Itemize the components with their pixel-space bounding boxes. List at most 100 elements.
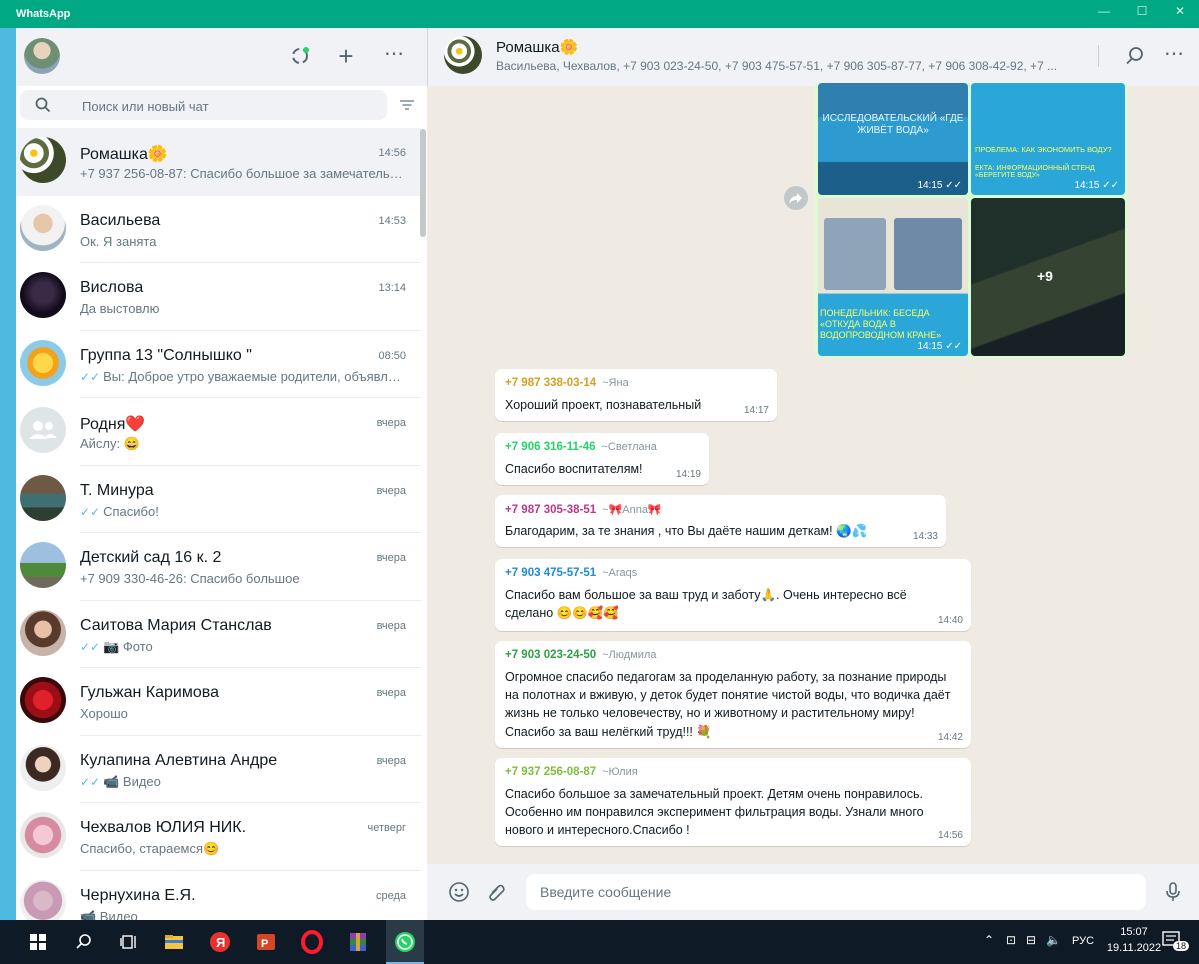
taskbar-search-icon[interactable] bbox=[72, 930, 96, 954]
menu-icon[interactable]: ⋯ bbox=[380, 40, 408, 68]
file-explorer-icon[interactable] bbox=[162, 930, 186, 954]
conversation-panel: Ромашка🌼 Васильева, Чехвалов, +7 903 023… bbox=[427, 28, 1199, 920]
chat-item-vislova[interactable]: Вислова 13:14 Да выстовлю bbox=[16, 263, 421, 331]
chat-name: Кулапина Алевтина Андре bbox=[80, 751, 278, 769]
chat-last-message: Хорошо bbox=[80, 706, 128, 721]
search-input[interactable] bbox=[80, 92, 374, 120]
avatar bbox=[20, 272, 66, 318]
avatar bbox=[20, 542, 66, 588]
chat-item-chekhvalov[interactable]: Чехвалов ЮЛИЯ НИК. четверг Спасибо, стар… bbox=[16, 803, 421, 871]
chat-last-message: ✓✓ Спасибо! bbox=[80, 503, 159, 519]
conversation-menu-icon[interactable]: ⋯ bbox=[1160, 40, 1188, 68]
tray-volume-icon[interactable]: 🔈 bbox=[1046, 933, 1061, 947]
media-thumbnail[interactable]: ИССЛЕДОВАТЕЛЬСКИЙ «ГДЕ ЖИВЁТ ВОДА» 14:15… bbox=[818, 83, 968, 195]
notification-center-icon[interactable]: 18 bbox=[1162, 931, 1190, 953]
powerpoint-icon[interactable]: P bbox=[254, 930, 278, 954]
media-time: 14:15 ✓✓ bbox=[1074, 180, 1119, 191]
message-text: Спасибо большое за замечательный проект.… bbox=[505, 787, 924, 838]
message-sender: +7 903 475-57-51 ~Araqs bbox=[505, 567, 638, 579]
chat-item-group-13[interactable]: Группа 13 "Солнышко " 08:50 ✓✓ Вы: Доброе… bbox=[16, 331, 421, 398]
microphone-icon[interactable] bbox=[1159, 878, 1187, 906]
search-icon bbox=[35, 97, 51, 113]
status-icon[interactable] bbox=[286, 42, 314, 70]
my-avatar[interactable] bbox=[24, 38, 60, 74]
opera-icon[interactable] bbox=[300, 930, 324, 954]
media-thumbnail-more[interactable]: +9 bbox=[971, 198, 1125, 356]
message-sender: +7 903 023-24-50 ~Людмила bbox=[505, 649, 657, 661]
group-avatar[interactable] bbox=[444, 36, 482, 74]
taskbar-whatsapp-active[interactable] bbox=[386, 920, 424, 964]
tray-network-icon[interactable]: ⊡ bbox=[1006, 933, 1016, 947]
message-time: 14:19 bbox=[675, 469, 701, 480]
chat-last-message: ✓✓ 📷 Фото bbox=[80, 638, 153, 654]
chat-list-panel: + ⋯ Ромашка🌼 14:56 +7 937 256-08-87: Спа… bbox=[16, 28, 427, 920]
new-chat-icon[interactable]: + bbox=[332, 42, 360, 70]
class-caption: ПОНЕДЕЛЬНИК: БЕСЕДА «ОТКУДА ВОДА В ВОДОП… bbox=[820, 308, 942, 340]
chat-list-scrollbar[interactable] bbox=[420, 129, 426, 237]
message-composer bbox=[427, 864, 1199, 920]
read-ticks-icon: ✓✓ bbox=[80, 774, 101, 789]
task-view-icon[interactable] bbox=[117, 930, 141, 954]
group-placeholder-avatar bbox=[20, 407, 66, 453]
chat-name: Вислова bbox=[80, 279, 144, 296]
chat-last-message: Айслу: 😄 bbox=[80, 436, 140, 451]
chat-item-gulzhan[interactable]: Гульжан Каримова вчера Хорошо bbox=[16, 668, 421, 736]
message-sender: +7 987 305-38-51 ~🎀Anna🎀 bbox=[505, 504, 662, 516]
message-bubble[interactable]: +7 903 475-57-51 ~Araqs Спасибо вам больш… bbox=[495, 559, 971, 631]
conversation-members: Васильева, Чехвалов, +7 903 023-24-50, +… bbox=[496, 59, 1058, 73]
chat-item-t-minura[interactable]: Т. Минура вчера ✓✓ Спасибо! bbox=[16, 466, 421, 533]
emoji-icon[interactable] bbox=[445, 878, 473, 906]
chat-item-romashka[interactable]: Ромашка🌼 14:56 +7 937 256-08-87: Спасибо… bbox=[16, 128, 421, 196]
chat-name: Ромашка🌼 bbox=[80, 146, 168, 163]
chat-item-rodnya[interactable]: Родня❤️ вчера Айслу: 😄 bbox=[16, 398, 421, 466]
message-sender: +7 987 338-03-14 ~Яна bbox=[505, 377, 629, 389]
chat-item-chernukhina[interactable]: Чернухина Е.Я. среда 📹 Видео bbox=[16, 871, 421, 921]
close-button[interactable]: ✕ bbox=[1170, 4, 1190, 22]
tray-display-icon[interactable]: ⊟ bbox=[1026, 933, 1036, 947]
yandex-browser-icon[interactable]: Я bbox=[208, 930, 232, 954]
avatar bbox=[20, 474, 66, 521]
media-thumbnail[interactable]: ПРОБЛЕМА: КАК ЭКОНОМИТЬ ВОДУ? ЕКТА: ИНФО… bbox=[971, 83, 1125, 195]
winrar-icon[interactable] bbox=[346, 930, 370, 954]
minimize-button[interactable]: — bbox=[1094, 4, 1114, 22]
message-bubble[interactable]: +7 906 316-11-46 ~Светлана Спасибо воспит… bbox=[495, 433, 709, 485]
avatar bbox=[20, 137, 66, 183]
forward-icon[interactable] bbox=[784, 186, 808, 210]
media-thumbnail[interactable]: ПОНЕДЕЛЬНИК: БЕСЕДА «ОТКУДА ВОДА В ВОДОП… bbox=[818, 198, 968, 356]
chat-item-saitova[interactable]: Саитова Мария Станслав вчера ✓✓ 📷 Фото bbox=[16, 601, 421, 668]
more-media-count: +9 bbox=[1037, 268, 1053, 284]
search-messages-icon[interactable] bbox=[1121, 42, 1149, 70]
poster-stand: ЕКТА: ИНФОРМАЦИОННЫЙ СТЕНД «БЕРЕГИТЕ ВОД… bbox=[975, 165, 1095, 179]
chat-name: Саитова Мария Станслав bbox=[80, 616, 272, 634]
chat-item-vasilyeva[interactable]: Васильева 14:53 Ок. Я занята bbox=[16, 196, 421, 263]
svg-text:P: P bbox=[261, 938, 268, 950]
filter-icon[interactable] bbox=[398, 96, 416, 114]
media-time: 14:15 ✓✓ bbox=[917, 341, 962, 352]
message-time: 14:40 bbox=[937, 615, 963, 626]
chat-time: четверг bbox=[367, 822, 407, 834]
maximize-button[interactable]: ☐ bbox=[1132, 4, 1152, 22]
window-titlebar: WhatsApp — ☐ ✕ bbox=[0, 0, 1199, 28]
tray-expand-icon[interactable]: ⌃ bbox=[984, 933, 994, 947]
whatsapp-icon bbox=[395, 932, 415, 952]
message-time: 14:33 bbox=[912, 531, 938, 542]
attach-icon[interactable] bbox=[483, 878, 511, 906]
chat-last-message: Спасибо, стараемся😊 bbox=[80, 841, 220, 856]
media-message[interactable]: ИССЛЕДОВАТЕЛЬСКИЙ «ГДЕ ЖИВЁТ ВОДА» 14:15… bbox=[815, 83, 1127, 358]
chat-item-kindergarten-16[interactable]: Детский сад 16 к. 2 вчера +7 909 330-46-… bbox=[16, 533, 421, 601]
windows-start-icon[interactable] bbox=[26, 930, 50, 954]
message-bubble[interactable]: +7 937 256-08-87 ~Юлия Спасибо большое за… bbox=[495, 758, 971, 846]
input-language[interactable]: РУС bbox=[1072, 935, 1094, 947]
media-time: 14:15 ✓✓ bbox=[917, 180, 962, 191]
avatar bbox=[20, 744, 66, 791]
message-bubble[interactable]: +7 987 305-38-51 ~🎀Anna🎀 Благодарим, за т… bbox=[495, 495, 946, 547]
message-input[interactable] bbox=[526, 874, 1146, 910]
conversation-header[interactable]: Ромашка🌼 Васильева, Чехвалов, +7 903 023… bbox=[427, 28, 1199, 86]
chat-item-kulapina[interactable]: Кулапина Алевтина Андре вчера ✓✓ 📹 Видео bbox=[16, 736, 421, 803]
chat-last-message: 📹 Видео bbox=[80, 908, 138, 921]
chat-time: вчера bbox=[376, 484, 406, 497]
message-bubble[interactable]: +7 903 023-24-50 ~Людмила Огромное спасиб… bbox=[495, 641, 971, 748]
message-bubble[interactable]: +7 987 338-03-14 ~Яна Хороший проект, поз… bbox=[495, 369, 777, 421]
chat-time: вчера bbox=[376, 417, 406, 429]
chat-list-header: + ⋯ bbox=[16, 28, 427, 86]
